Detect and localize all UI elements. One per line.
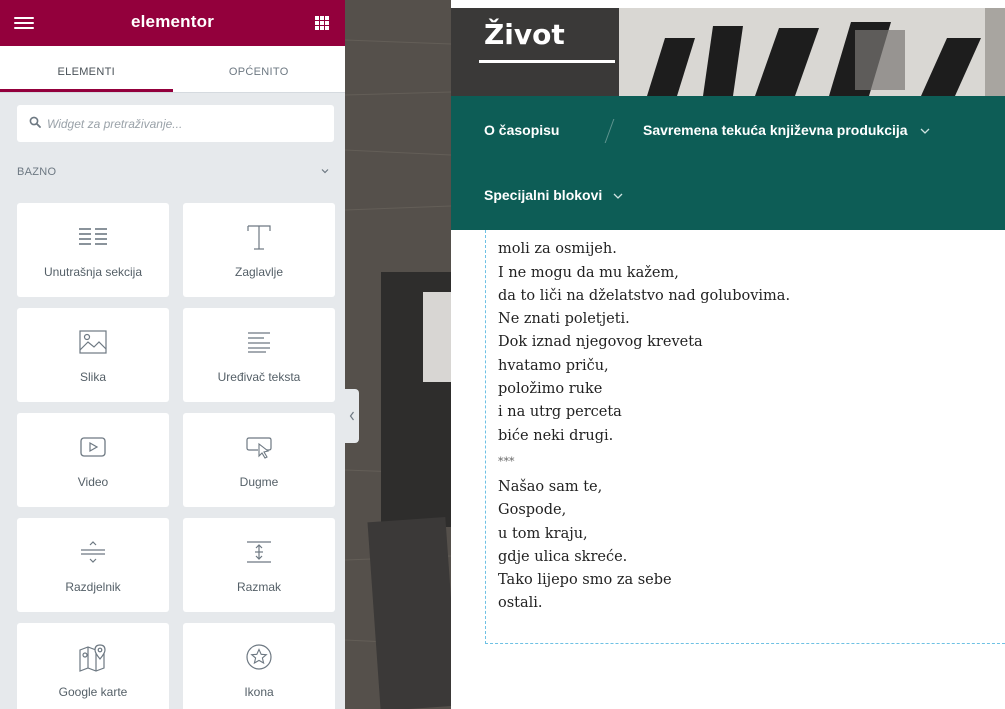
tab-elements[interactable]: ELEMENTI (0, 46, 173, 92)
site-logo-title[interactable]: Život (484, 18, 565, 51)
elementor-logo: elementor (130, 12, 215, 31)
widget-search-input[interactable] (47, 105, 327, 142)
poem-line: Našao sam te, (498, 478, 603, 495)
poem-line: biće neki drugi. (498, 427, 614, 444)
image-icon (79, 330, 107, 354)
site-navigation: O časopisu Savremena tekuća književna pr… (451, 96, 1005, 230)
heading-icon (247, 225, 271, 250)
poem-line: I ne mogu da mu kažem, (498, 264, 679, 281)
widget-google-maps[interactable]: Google karte (17, 623, 169, 709)
chevron-down-icon (613, 193, 623, 200)
widget-label: Ikona (244, 685, 274, 699)
poem-line: ostali. (498, 595, 543, 612)
widget-label: Razmak (236, 580, 281, 594)
poem-line: Gospode, (498, 502, 567, 519)
video-icon (80, 437, 106, 457)
chevron-down-icon (321, 169, 329, 174)
poem-line: Dok iznad njegovog kreveta (498, 334, 703, 351)
category-title: BAZNO (17, 166, 57, 178)
elementor-panel: elementor ELEMENTI OPĆENITO BAZNO (0, 0, 345, 709)
widget-label: Google karte (58, 685, 128, 699)
widget-image[interactable]: Slika (17, 308, 169, 402)
poem-line: Tako lijepo smo za sebe (498, 572, 672, 589)
widget-heading[interactable]: Zaglavlje (183, 203, 335, 297)
widget-video[interactable]: Video (17, 413, 169, 507)
logo-underline (479, 60, 615, 63)
category-header-basic[interactable]: BAZNO (17, 166, 334, 180)
poem-line: moli za osmijeh. (498, 241, 617, 258)
nav-item-about[interactable]: O časopisu (484, 122, 559, 138)
poem-text: Pa ne traži više moli za osmijeh. I ne m… (498, 215, 998, 616)
poem-line: Ne znati poletjeti. (498, 311, 630, 328)
wood-background-graphic (345, 0, 451, 709)
star-icon (246, 644, 272, 670)
panel-header: elementor (0, 0, 345, 46)
poem-line: u tom kraju, (498, 525, 588, 542)
widget-spacer[interactable]: Razmak (183, 518, 335, 612)
widget-label: Zaglavlje (234, 265, 284, 279)
widget-icon[interactable]: Ikona (183, 623, 335, 709)
site-preview: Život O časopisu Savremena tekuća knjiže… (451, 0, 1005, 709)
poem-line: hvatamo priču, (498, 357, 609, 374)
nav-label: Specijalni blokovi (484, 187, 603, 203)
widget-search (17, 105, 334, 142)
poem-separator: *** (498, 454, 515, 468)
google-maps-icon (79, 644, 106, 672)
button-icon (246, 437, 272, 459)
poem-line: i na utrg perceta (498, 404, 622, 421)
widget-button[interactable]: Dugme (183, 413, 335, 507)
spacer-icon (247, 541, 271, 563)
nav-item-literary-production[interactable]: Savremena tekuća književna produkcija (643, 122, 931, 138)
widget-label: Unutrašnja sekcija (43, 265, 143, 279)
site-header-hero: Život (451, 8, 1005, 96)
panel-tabs: ELEMENTI OPĆENITO (0, 46, 345, 93)
tab-general[interactable]: OPĆENITO (173, 46, 346, 92)
nav-label: Savremena tekuća književna produkcija (643, 122, 908, 138)
nav-separator (604, 119, 615, 143)
widget-label: Video (77, 475, 109, 489)
poem-line: da to liči na dželatstvo nad golubovima. (498, 287, 791, 304)
divider-icon (81, 541, 105, 563)
widget-label: Razdjelnik (65, 580, 121, 594)
poem-line: gdje ulica skreće. (498, 548, 628, 565)
chevron-down-icon (921, 128, 930, 135)
chevron-left-icon (349, 411, 354, 421)
widgets-grid-icon[interactable] (315, 16, 329, 30)
widget-divider[interactable]: Razdjelnik (17, 518, 169, 612)
text-editor-icon (248, 332, 270, 353)
widget-text-editor[interactable]: Uređivač teksta (183, 308, 335, 402)
poem-line-partial: Pa ne traži više (498, 218, 611, 234)
search-icon (29, 116, 41, 128)
widget-inner-section[interactable]: Unutrašnja sekcija (17, 203, 169, 297)
panel-collapse-toggle[interactable] (345, 389, 359, 443)
nav-item-special-blocks[interactable]: Specijalni blokovi (484, 187, 624, 203)
widget-label: Dugme (239, 475, 279, 489)
inner-section-icon (79, 228, 107, 245)
widget-label: Slika (79, 370, 106, 384)
poem-line: položimo ruke (498, 381, 603, 398)
background-image (345, 0, 451, 709)
widget-label: Uređivač teksta (217, 370, 301, 384)
